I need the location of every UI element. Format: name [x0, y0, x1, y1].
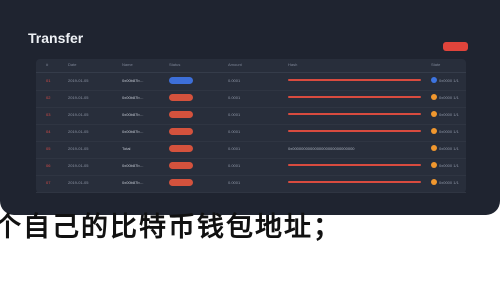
column-header: State [431, 62, 441, 67]
table-row[interactable]: 05 2019-01-05 Total 0.0001 0x000000000000000… [36, 141, 466, 159]
column-header: Amount [228, 62, 242, 67]
row-state: 0x0000 1/1 [439, 78, 459, 83]
row-state: 0x0000 1/1 [439, 146, 459, 151]
status-dot-icon [431, 94, 437, 100]
column-header: Status [169, 62, 181, 67]
table-row[interactable]: 01 2019-01-05 0x00b87b… 0.0001 0x0000 1/1 [36, 73, 466, 91]
status-pill[interactable] [169, 111, 193, 118]
table-header: # Date Name Status Amount Hash State [36, 59, 466, 73]
transfer-panel: Transfer # Date Name Status Amount Hash … [0, 0, 500, 215]
table-row[interactable]: 03 2019-01-05 0x00b87b… 0.0001 0x0000 1/1 [36, 107, 466, 125]
row-state: 0x0000 1/1 [439, 112, 459, 117]
hash-bar [288, 113, 421, 115]
status-pill[interactable] [169, 77, 193, 84]
row-amount: 0.0001 [228, 129, 241, 134]
hash-bar [288, 79, 421, 81]
column-header: # [46, 62, 49, 67]
status-pill[interactable] [169, 94, 193, 101]
row-state: 0x0000 1/1 [439, 95, 459, 100]
hash-bar [288, 130, 421, 132]
status-dot-icon [431, 179, 437, 185]
column-header: Name [122, 62, 133, 67]
row-amount: 0.0001 [228, 112, 241, 117]
row-index: 01 [46, 78, 51, 83]
row-state: 0x0000 1/1 [439, 129, 459, 134]
status-dot-icon [431, 77, 437, 83]
row-name: 0x00b87b… [122, 112, 144, 117]
row-date: 2019-01-05 [68, 163, 89, 168]
table-row[interactable]: 06 2019-01-05 0x00b87b… 0.0001 0x0000 1/1 [36, 158, 466, 176]
row-date: 2019-01-05 [68, 180, 89, 185]
row-name: 0x00b87b… [122, 78, 144, 83]
row-amount: 0.0001 [228, 95, 241, 100]
window-title: Transfer [28, 30, 84, 46]
table-row[interactable]: 02 2019-01-05 0x00b87b… 0.0001 0x0000 1/1 [36, 90, 466, 108]
caption-text: 个自己的比特币钱包地址； [0, 212, 342, 243]
status-pill[interactable] [169, 128, 193, 135]
top-action-button[interactable] [443, 42, 468, 51]
status-dot-icon [431, 111, 437, 117]
row-state: 0x0000 1/1 [439, 163, 459, 168]
row-amount: 0.0001 [228, 180, 241, 185]
row-amount: 0.0001 [228, 146, 241, 151]
status-pill[interactable] [169, 162, 193, 169]
row-amount: 0.0001 [228, 163, 241, 168]
transactions-table: # Date Name Status Amount Hash State 01 2… [36, 59, 466, 193]
row-date: 2019-01-05 [68, 112, 89, 117]
row-name: 0x00b87b… [122, 180, 144, 185]
table-row[interactable]: 04 2019-01-05 0x00b87b… 0.0001 0x0000 1/1 [36, 124, 466, 142]
row-name: 0x00b87b… [122, 95, 144, 100]
row-index: 04 [46, 129, 51, 134]
status-pill[interactable] [169, 145, 193, 152]
row-name: 0x00b87b… [122, 129, 144, 134]
status-dot-icon [431, 128, 437, 134]
row-date: 2019-01-05 [68, 146, 89, 151]
row-date: 2019-01-05 [68, 78, 89, 83]
row-name: 0x00b87b… [122, 163, 144, 168]
column-header: Hash [288, 62, 298, 67]
row-index: 02 [46, 95, 51, 100]
hash-bar [288, 181, 421, 183]
row-state: 0x0000 1/1 [439, 180, 459, 185]
status-pill[interactable] [169, 179, 193, 186]
table-row[interactable]: 07 2019-01-05 0x00b87b… 0.0001 0x0000 1/1 [36, 175, 466, 193]
status-dot-icon [431, 145, 437, 151]
row-date: 2019-01-05 [68, 129, 89, 134]
row-index: 07 [46, 180, 51, 185]
row-hash-text: 0x0000000000000000000000000000 [288, 146, 355, 151]
column-header: Date [68, 62, 77, 67]
hash-bar [288, 164, 421, 166]
row-index: 06 [46, 163, 51, 168]
row-amount: 0.0001 [228, 78, 241, 83]
status-dot-icon [431, 162, 437, 168]
row-index: 05 [46, 146, 51, 151]
hash-bar [288, 96, 421, 98]
row-name: Total [122, 146, 131, 151]
row-index: 03 [46, 112, 51, 117]
row-date: 2019-01-05 [68, 95, 89, 100]
